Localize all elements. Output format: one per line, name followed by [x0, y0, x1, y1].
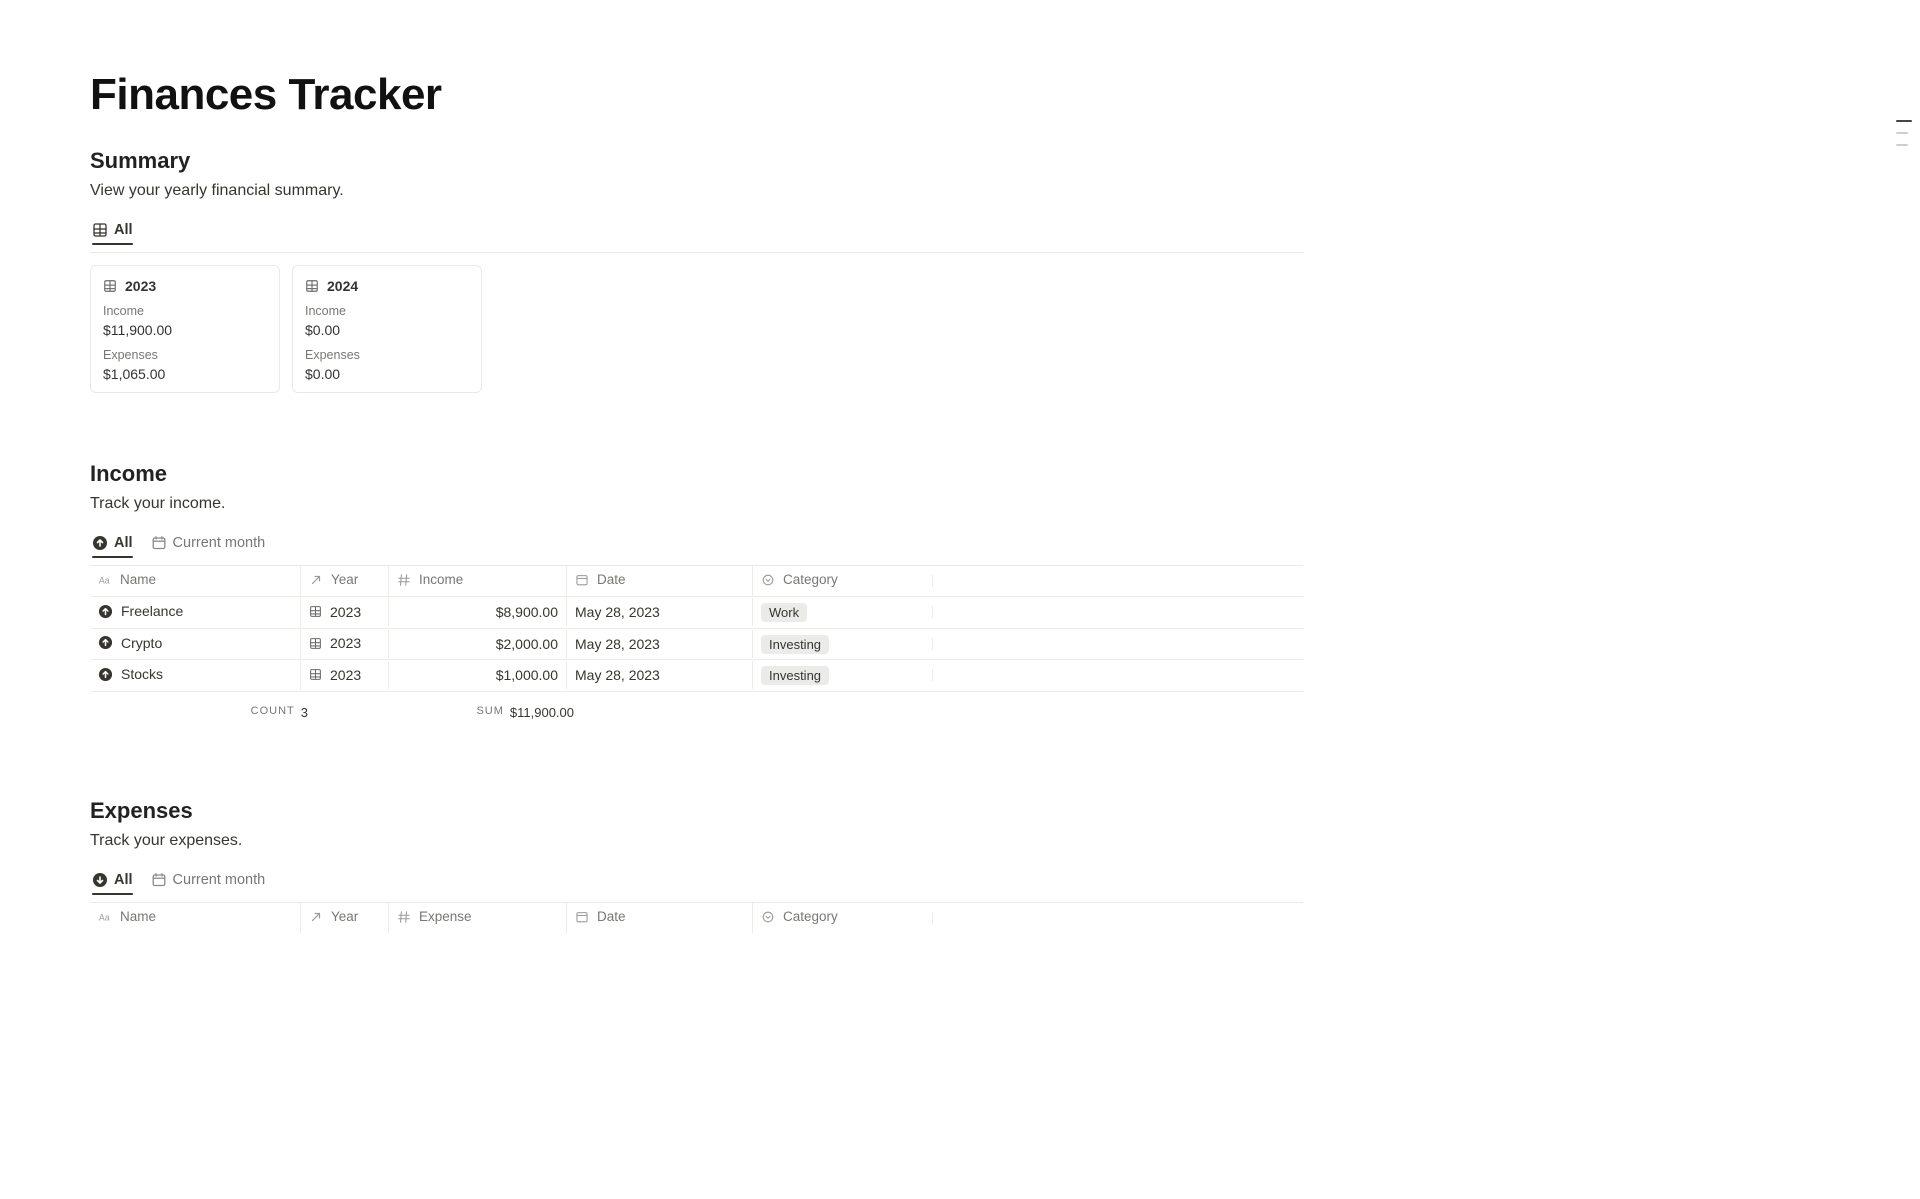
- income-table: Aa Name Year Income Date Category: [90, 565, 1303, 692]
- income-aggregates: count 3 sum $11,900.00: [90, 692, 1303, 730]
- count-label: count: [251, 705, 295, 720]
- table-icon: [309, 637, 322, 650]
- table-icon: [309, 668, 322, 681]
- cell-name: Stocks: [121, 666, 163, 682]
- col-income-label: Income: [419, 572, 463, 587]
- tab-income-current-month[interactable]: Current month: [151, 535, 266, 557]
- text-type-icon: Aa: [98, 573, 112, 587]
- cell-year: 2023: [330, 635, 361, 651]
- svg-text:Aa: Aa: [99, 912, 110, 922]
- hash-icon: [397, 910, 411, 924]
- arrow-up-circle-icon: [98, 635, 113, 650]
- summary-cards: 2023 Income $11,900.00 Expenses $1,065.0…: [90, 265, 1303, 393]
- expenses-description: Track your expenses.: [90, 832, 1303, 850]
- tab-expenses-current-month[interactable]: Current month: [151, 872, 266, 894]
- outline-marker: [1896, 144, 1908, 146]
- calendar-icon: [575, 910, 589, 924]
- table-row[interactable]: Freelance 2023 $8,900.00 May 28, 2023 Wo…: [90, 597, 1303, 629]
- table-row[interactable]: Crypto 2023 $2,000.00 May 28, 2023 Inves…: [90, 629, 1303, 661]
- sum-label: sum: [476, 705, 503, 720]
- table-icon: [305, 279, 319, 293]
- col-year-label: Year: [331, 572, 358, 587]
- income-description: Track your income.: [90, 495, 1303, 513]
- cell-amount: $1,000.00: [496, 667, 558, 683]
- summary-card-2024[interactable]: 2024 Income $0.00 Expenses $0.00: [292, 265, 482, 393]
- tab-summary-all[interactable]: All: [92, 222, 133, 244]
- select-icon: [761, 910, 775, 924]
- income-heading: Income: [90, 461, 1303, 487]
- hash-icon: [397, 573, 411, 587]
- summary-card-income-value: $11,900.00: [103, 322, 267, 338]
- arrow-down-circle-icon: [92, 872, 108, 888]
- col-category-label: Category: [783, 909, 838, 924]
- summary-card-income-label: Income: [305, 304, 469, 318]
- income-view-tabs: All Current month: [90, 531, 1303, 565]
- cell-amount: $2,000.00: [496, 636, 558, 652]
- cell-date: May 28, 2023: [575, 636, 660, 652]
- select-icon: [761, 573, 775, 587]
- category-chip: Investing: [761, 635, 829, 654]
- calendar-icon: [151, 535, 167, 551]
- col-expense-label: Expense: [419, 909, 472, 924]
- cell-year: 2023: [330, 604, 361, 620]
- col-date-label: Date: [597, 572, 626, 587]
- sum-value: $11,900.00: [510, 705, 574, 720]
- arrow-out-icon: [309, 573, 323, 587]
- arrow-up-circle-icon: [98, 604, 113, 619]
- tab-income-current-month-label: Current month: [173, 535, 266, 551]
- summary-description: View your yearly financial summary.: [90, 182, 1303, 200]
- cell-date: May 28, 2023: [575, 667, 660, 683]
- outline-marker: [1896, 132, 1908, 134]
- expenses-heading: Expenses: [90, 798, 1303, 824]
- summary-card-year: 2024: [327, 278, 358, 294]
- arrow-out-icon: [309, 910, 323, 924]
- col-year-label: Year: [331, 909, 358, 924]
- category-chip: Investing: [761, 666, 829, 685]
- col-date-label: Date: [597, 909, 626, 924]
- count-value: 3: [301, 705, 308, 720]
- summary-card-income-value: $0.00: [305, 322, 469, 338]
- summary-card-expenses-value: $1,065.00: [103, 366, 267, 382]
- arrow-up-circle-icon: [92, 535, 108, 551]
- tab-income-all-label: All: [114, 535, 133, 551]
- table-icon: [92, 222, 108, 238]
- expenses-table-header: Aa Name Year Expense Date Category: [90, 903, 1303, 934]
- category-chip: Work: [761, 603, 807, 622]
- text-type-icon: Aa: [98, 910, 112, 924]
- tab-expenses-current-month-label: Current month: [173, 872, 266, 888]
- table-icon: [103, 279, 117, 293]
- calendar-icon: [575, 573, 589, 587]
- expenses-table: Aa Name Year Expense Date Category: [90, 902, 1303, 934]
- summary-card-expenses-value: $0.00: [305, 366, 469, 382]
- tab-expenses-all[interactable]: All: [92, 872, 133, 894]
- table-icon: [309, 605, 322, 618]
- summary-heading: Summary: [90, 148, 1303, 174]
- summary-card-year: 2023: [125, 278, 156, 294]
- outline-marker: [1896, 120, 1912, 122]
- svg-text:Aa: Aa: [99, 575, 110, 585]
- tab-summary-all-label: All: [114, 222, 133, 238]
- page-outline[interactable]: [1896, 120, 1912, 146]
- table-row[interactable]: Stocks 2023 $1,000.00 May 28, 2023 Inves…: [90, 660, 1303, 692]
- summary-card-2023[interactable]: 2023 Income $11,900.00 Expenses $1,065.0…: [90, 265, 280, 393]
- tab-income-all[interactable]: All: [92, 535, 133, 557]
- col-category-label: Category: [783, 572, 838, 587]
- cell-year: 2023: [330, 667, 361, 683]
- arrow-up-circle-icon: [98, 667, 113, 682]
- col-name-label: Name: [120, 572, 156, 587]
- summary-card-expenses-label: Expenses: [103, 348, 267, 362]
- summary-view-tabs: All: [90, 218, 1303, 253]
- calendar-icon: [151, 872, 167, 888]
- cell-amount: $8,900.00: [496, 604, 558, 620]
- expenses-view-tabs: All Current month: [90, 868, 1303, 902]
- cell-name: Crypto: [121, 635, 162, 651]
- cell-name: Freelance: [121, 603, 183, 619]
- col-name-label: Name: [120, 909, 156, 924]
- summary-card-expenses-label: Expenses: [305, 348, 469, 362]
- tab-expenses-all-label: All: [114, 872, 133, 888]
- summary-card-income-label: Income: [103, 304, 267, 318]
- cell-date: May 28, 2023: [575, 604, 660, 620]
- page-title: Finances Tracker: [90, 70, 1303, 120]
- income-table-header: Aa Name Year Income Date Category: [90, 566, 1303, 597]
